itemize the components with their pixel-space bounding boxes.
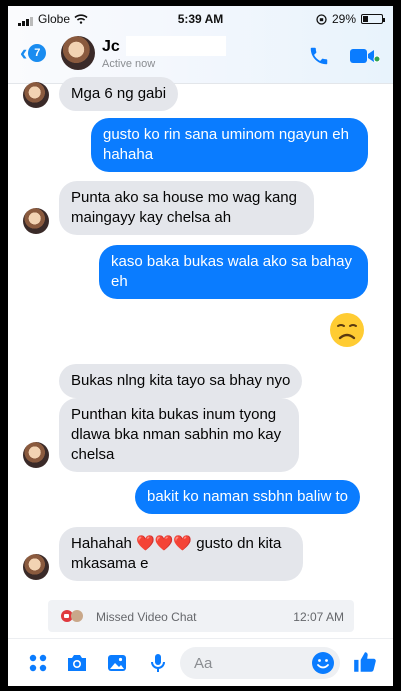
composer-bar: Aa — [8, 638, 393, 686]
sender-avatar[interactable] — [23, 82, 49, 108]
sender-avatar[interactable] — [23, 442, 49, 468]
missed-call-label: Missed Video Chat — [96, 610, 197, 624]
sender-avatar[interactable] — [23, 208, 49, 234]
chat-header: Globe 5:39 AM 29% ‹ 7 Jc Active now — [8, 6, 393, 84]
microphone-icon[interactable] — [146, 651, 170, 675]
status-bar: Globe 5:39 AM 29% — [8, 6, 393, 30]
message-incoming[interactable]: Bukas nlng kita tayo sa bhay nyo — [59, 364, 303, 398]
battery-icon — [361, 14, 385, 24]
phone-icon[interactable] — [308, 45, 330, 67]
battery-percent: 29% — [331, 12, 356, 26]
camera-icon[interactable] — [65, 651, 89, 675]
sender-avatar[interactable] — [23, 554, 49, 580]
message-outgoing[interactable]: bakit ko naman ssbhn baliw to — [135, 480, 360, 514]
contact-avatar[interactable] — [61, 36, 95, 70]
missed-video-call-icon — [61, 610, 83, 622]
like-icon[interactable] — [352, 649, 378, 675]
active-status: Active now — [102, 58, 156, 70]
chevron-left-icon: ‹ — [20, 40, 28, 65]
menu-dots-icon[interactable] — [26, 651, 50, 675]
battery-group: 29% — [316, 12, 385, 26]
video-camera-icon[interactable] — [350, 48, 380, 64]
back-button[interactable]: ‹ 7 — [20, 40, 47, 65]
missed-video-chat-notice[interactable]: Missed Video Chat 12:07 AM — [48, 600, 354, 632]
disappointed-face-emoji[interactable] — [329, 312, 365, 348]
message-incoming[interactable]: Hahahah ❤️❤️❤️ gusto dn kita mkasama e — [59, 527, 303, 581]
gallery-icon[interactable] — [105, 651, 129, 675]
message-outgoing[interactable]: gusto ko rin sana uminom ngayun eh hahah… — [91, 118, 368, 172]
message-incoming[interactable]: Mga 6 ng gabi — [59, 77, 179, 111]
emoji-icon[interactable] — [310, 650, 336, 676]
messenger-chat-screen: Globe 5:39 AM 29% ‹ 7 Jc Active now Mga … — [8, 6, 393, 686]
contact-name[interactable]: Jc — [102, 38, 120, 56]
message-incoming[interactable]: Punthan kita bukas inum tyong dlawa bka … — [59, 398, 299, 472]
message-incoming[interactable]: Punta ako sa house mo wag kang maingayy … — [59, 181, 314, 235]
rotation-lock-icon — [316, 13, 327, 25]
message-input-placeholder: Aa — [194, 655, 213, 672]
message-outgoing[interactable]: kaso baka bukas wala ako sa bahay eh — [99, 245, 368, 299]
redaction-box — [126, 36, 226, 56]
missed-call-time: 12:07 AM — [293, 610, 344, 624]
unread-count-badge: 7 — [28, 44, 47, 62]
battery-level-fill — [363, 16, 368, 22]
message-input[interactable]: Aa — [180, 647, 340, 679]
